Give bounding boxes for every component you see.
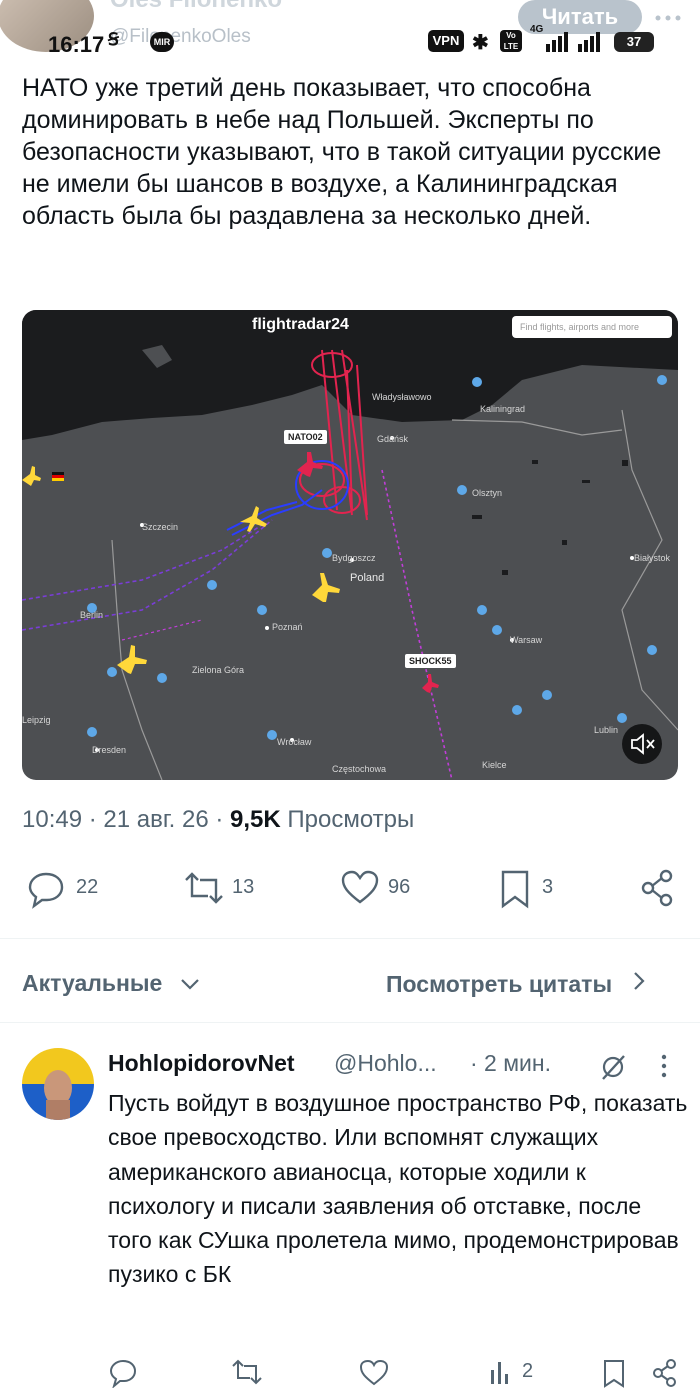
analytics-icon [491, 1362, 508, 1384]
reply-button[interactable]: 22 [26, 866, 116, 910]
flightradar-logo: flightradar24 [252, 316, 349, 333]
network-type: 4G [530, 24, 544, 35]
city-label: Poznań [272, 622, 303, 632]
city-label: Kaliningrad [480, 404, 526, 414]
mute-button[interactable] [622, 724, 662, 764]
post-meta: 10:49 · 21 авг. 26 · 9,5K Просмотры [22, 806, 414, 834]
flight-tag[interactable]: SHOCK55 [405, 654, 456, 668]
more-options-icon[interactable] [646, 6, 690, 30]
share-icon [641, 869, 673, 907]
city-label: Wrocław [277, 737, 312, 747]
share-button[interactable] [638, 866, 678, 910]
grok-icon[interactable] [598, 1052, 628, 1082]
city-label: Berlin [80, 610, 104, 620]
aircraft-icon[interactable] [422, 674, 439, 693]
more-options-icon[interactable] [654, 1052, 674, 1082]
post-text: НАТО уже третий день показывает, что спо… [22, 74, 662, 230]
notification-icon: Ꞩ [108, 30, 119, 49]
vpn-icon: VPN [428, 30, 464, 52]
city-label: Dresden [92, 745, 127, 755]
aircraft-icon[interactable] [312, 573, 340, 602]
heart-icon[interactable] [358, 1356, 390, 1388]
reply-text: Пусть войдут в воздушное пространство РФ… [108, 1090, 688, 1288]
bookmark-count: 3 [542, 876, 554, 898]
views-label: Просмотры [280, 806, 415, 833]
chevron-right-icon [634, 972, 646, 990]
bluetooth-icon: ✱ [472, 32, 489, 54]
city-label: Lublin [594, 725, 619, 735]
reply-icon[interactable] [108, 1356, 138, 1388]
bookmark-icon [501, 870, 529, 909]
city-label: Szczecin [142, 522, 179, 532]
reply-avatar[interactable] [22, 1048, 94, 1120]
chevron-down-icon [180, 979, 199, 990]
reply-time[interactable]: · 2 мин. [470, 1050, 551, 1077]
views-button[interactable]: 2 [488, 1356, 548, 1388]
city-label: Częstochowa [332, 764, 387, 774]
status-time: 16:17 [48, 32, 105, 57]
city-label: Białystok [634, 553, 671, 563]
top-header: Oles Filonenko @FilonenkoOles 16:17 Ꞩ MI… [0, 0, 700, 58]
reply-icon [28, 872, 64, 909]
heart-icon [341, 870, 379, 904]
city-label: Władysławowo [372, 392, 432, 402]
author-name[interactable]: Oles Filonenko [110, 0, 282, 14]
sort-relevant-dropdown[interactable]: Актуальные [22, 970, 201, 997]
battery-icon: 37 [614, 32, 654, 52]
aircraft-icon[interactable] [22, 466, 41, 486]
bookmark-button[interactable]: 3 [498, 866, 568, 910]
share-icon[interactable] [650, 1356, 680, 1388]
view-quotes-link[interactable]: Посмотреть цитаты [386, 970, 646, 998]
map-search-input[interactable]: Find flights, airports and more [512, 316, 672, 338]
city-label: Gdańsk [377, 434, 409, 444]
like-count: 96 [388, 876, 411, 898]
author-handle[interactable]: @FilonenkoOles [110, 26, 251, 48]
views-count: 9,5K [230, 806, 281, 833]
repost-count: 13 [232, 876, 255, 898]
city-label: Warsaw [510, 635, 543, 645]
speaker-muted-icon [631, 733, 655, 755]
mir-pay-icon: MIR [150, 32, 174, 52]
country-label: Poland [350, 572, 385, 584]
repost-button[interactable]: 13 [182, 866, 272, 910]
city-label: Kielce [482, 760, 507, 770]
like-button[interactable]: 96 [340, 866, 430, 910]
flight-tag[interactable]: NATO02 [284, 430, 327, 444]
sort-label: Актуальные [22, 970, 163, 996]
post-video[interactable]: flightradar24 Find flights, airports and… [22, 310, 678, 780]
bookmark-icon[interactable] [602, 1356, 626, 1388]
reply-author-name[interactable]: HohlopidorovNet [108, 1050, 295, 1077]
flight-map [22, 310, 678, 780]
city-label: Zielona Góra [192, 665, 245, 675]
city-label: Olsztyn [472, 488, 503, 498]
repost-icon[interactable] [230, 1356, 264, 1388]
reply-author-handle[interactable]: @Hohlo... [334, 1050, 437, 1077]
divider [0, 938, 700, 939]
view-quotes-label: Посмотреть цитаты [386, 971, 613, 997]
city-label: Leipzig [22, 715, 51, 725]
volte-icon: Vo LTE [500, 30, 522, 52]
repost-icon [185, 872, 223, 904]
post-timestamp[interactable]: 10:49 · 21 авг. 26 · [22, 806, 230, 833]
divider [0, 1022, 700, 1023]
reply-count: 22 [76, 876, 99, 898]
reply-views-count: 2 [522, 1360, 534, 1382]
signal-icon [546, 32, 600, 52]
city-label: Bydgoszcz [332, 553, 376, 563]
